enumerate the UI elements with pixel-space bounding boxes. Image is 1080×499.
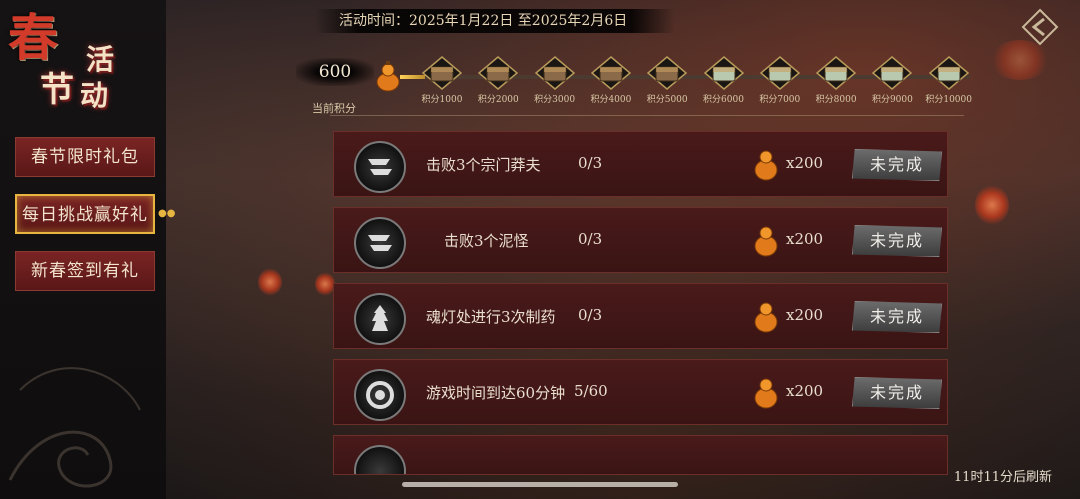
milestone-chest-icon[interactable] (703, 55, 745, 91)
sidebar-item-daily-challenge[interactable]: 每日挑战赢好礼 (15, 194, 155, 234)
milestone-chest-icon[interactable] (646, 55, 688, 91)
active-indicator-icon: ●● (158, 208, 176, 219)
reward-amount: x200 (786, 230, 824, 248)
milestone-label: 积分5000 (646, 95, 688, 105)
gourd-reward-icon (754, 302, 778, 333)
gourd-currency-icon (376, 61, 400, 92)
milestone-chest-icon[interactable] (590, 55, 632, 91)
milestone-label: 积分1000 (421, 95, 463, 105)
milestone-chest-icon[interactable] (871, 55, 913, 91)
task-name: 击败3个宗门莽夫 (426, 156, 541, 174)
milestone-label: 积分8000 (815, 95, 857, 105)
current-points-label: 当前积分 (312, 102, 356, 115)
cauldron-icon (354, 293, 406, 345)
task-status-button[interactable]: 未完成 (852, 149, 942, 181)
milestone-chest-icon[interactable] (928, 55, 970, 91)
sidebar-item-new-year-checkin[interactable]: 新春签到有礼 (15, 251, 155, 291)
title-char: 动 (80, 79, 109, 112)
current-points: 600 (296, 58, 374, 86)
task-row-partial (333, 435, 948, 475)
event-title: 春 节 活 动 (0, 0, 140, 130)
sidebar-item-spring-gift-pack[interactable]: 春节限时礼包 (15, 137, 155, 177)
milestone-label: 积分9000 (871, 95, 913, 105)
milestone-chest-icon[interactable] (477, 55, 519, 91)
crossed-swords-icon (354, 217, 406, 269)
task-progress: 5/60 (574, 382, 608, 400)
background-lantern (975, 185, 1009, 225)
reward-amount: x200 (786, 306, 824, 324)
milestone-label: 积分7000 (759, 95, 801, 105)
title-char: 春 (8, 8, 58, 67)
sidebar: 春 节 活 动 春节限时礼包 每日挑战赢好礼 ●● 新春签到有礼 (0, 0, 175, 499)
divider (330, 115, 964, 116)
task-progress: 0/3 (578, 306, 603, 324)
reward-amount: x200 (786, 154, 824, 172)
task-status-button[interactable]: 未完成 (852, 225, 942, 257)
back-arrow-icon (1021, 8, 1059, 46)
back-button[interactable] (1020, 7, 1060, 47)
reward-amount: x200 (786, 382, 824, 400)
milestone-label: 积分3000 (534, 95, 576, 105)
task-progress: 0/3 (578, 154, 603, 172)
task-status-button[interactable]: 未完成 (852, 377, 942, 409)
clock-swirl-icon (354, 369, 406, 421)
background-lantern (258, 268, 282, 296)
refresh-countdown: 11时11分后刷新 (953, 470, 1052, 485)
task-name: 魂灯处进行3次制药 (426, 308, 556, 326)
milestone-label: 积分10000 (925, 95, 972, 105)
milestone-chest-icon[interactable] (815, 55, 857, 91)
task-row: 魂灯处进行3次制药 0/3 x200 未完成 (333, 283, 948, 349)
home-indicator[interactable] (402, 482, 678, 487)
event-date-range: 活动时间：2025年1月22日 至2025年2月6日 (315, 9, 675, 33)
crossed-swords-icon (354, 141, 406, 193)
cloud-swirl-decoration (8, 367, 141, 488)
title-char: 活 (86, 43, 115, 76)
milestone-chest-icon[interactable] (759, 55, 801, 91)
milestone-chest-icon[interactable] (421, 55, 463, 91)
task-icon (354, 445, 406, 474)
task-row: 击败3个宗门莽夫 0/3 x200 未完成 (333, 131, 948, 197)
task-name: 游戏时间到达60分钟 (426, 384, 566, 402)
milestone-label: 积分4000 (590, 95, 632, 105)
background-lantern (315, 272, 335, 296)
milestone-label: 积分2000 (477, 95, 519, 105)
task-status-button[interactable]: 未完成 (852, 301, 942, 333)
task-progress: 0/3 (578, 230, 603, 248)
milestone-chest-icon[interactable] (534, 55, 576, 91)
task-name: 击败3个泥怪 (444, 232, 529, 250)
milestone-label: 积分6000 (703, 95, 744, 105)
gourd-reward-icon (754, 226, 778, 257)
gourd-reward-icon (754, 378, 778, 409)
title-char: 节 (40, 70, 74, 110)
task-row: 击败3个泥怪 0/3 x200 未完成 (333, 207, 948, 273)
task-row: 游戏时间到达60分钟 5/60 x200 未完成 (333, 359, 948, 425)
gourd-reward-icon (754, 150, 778, 181)
